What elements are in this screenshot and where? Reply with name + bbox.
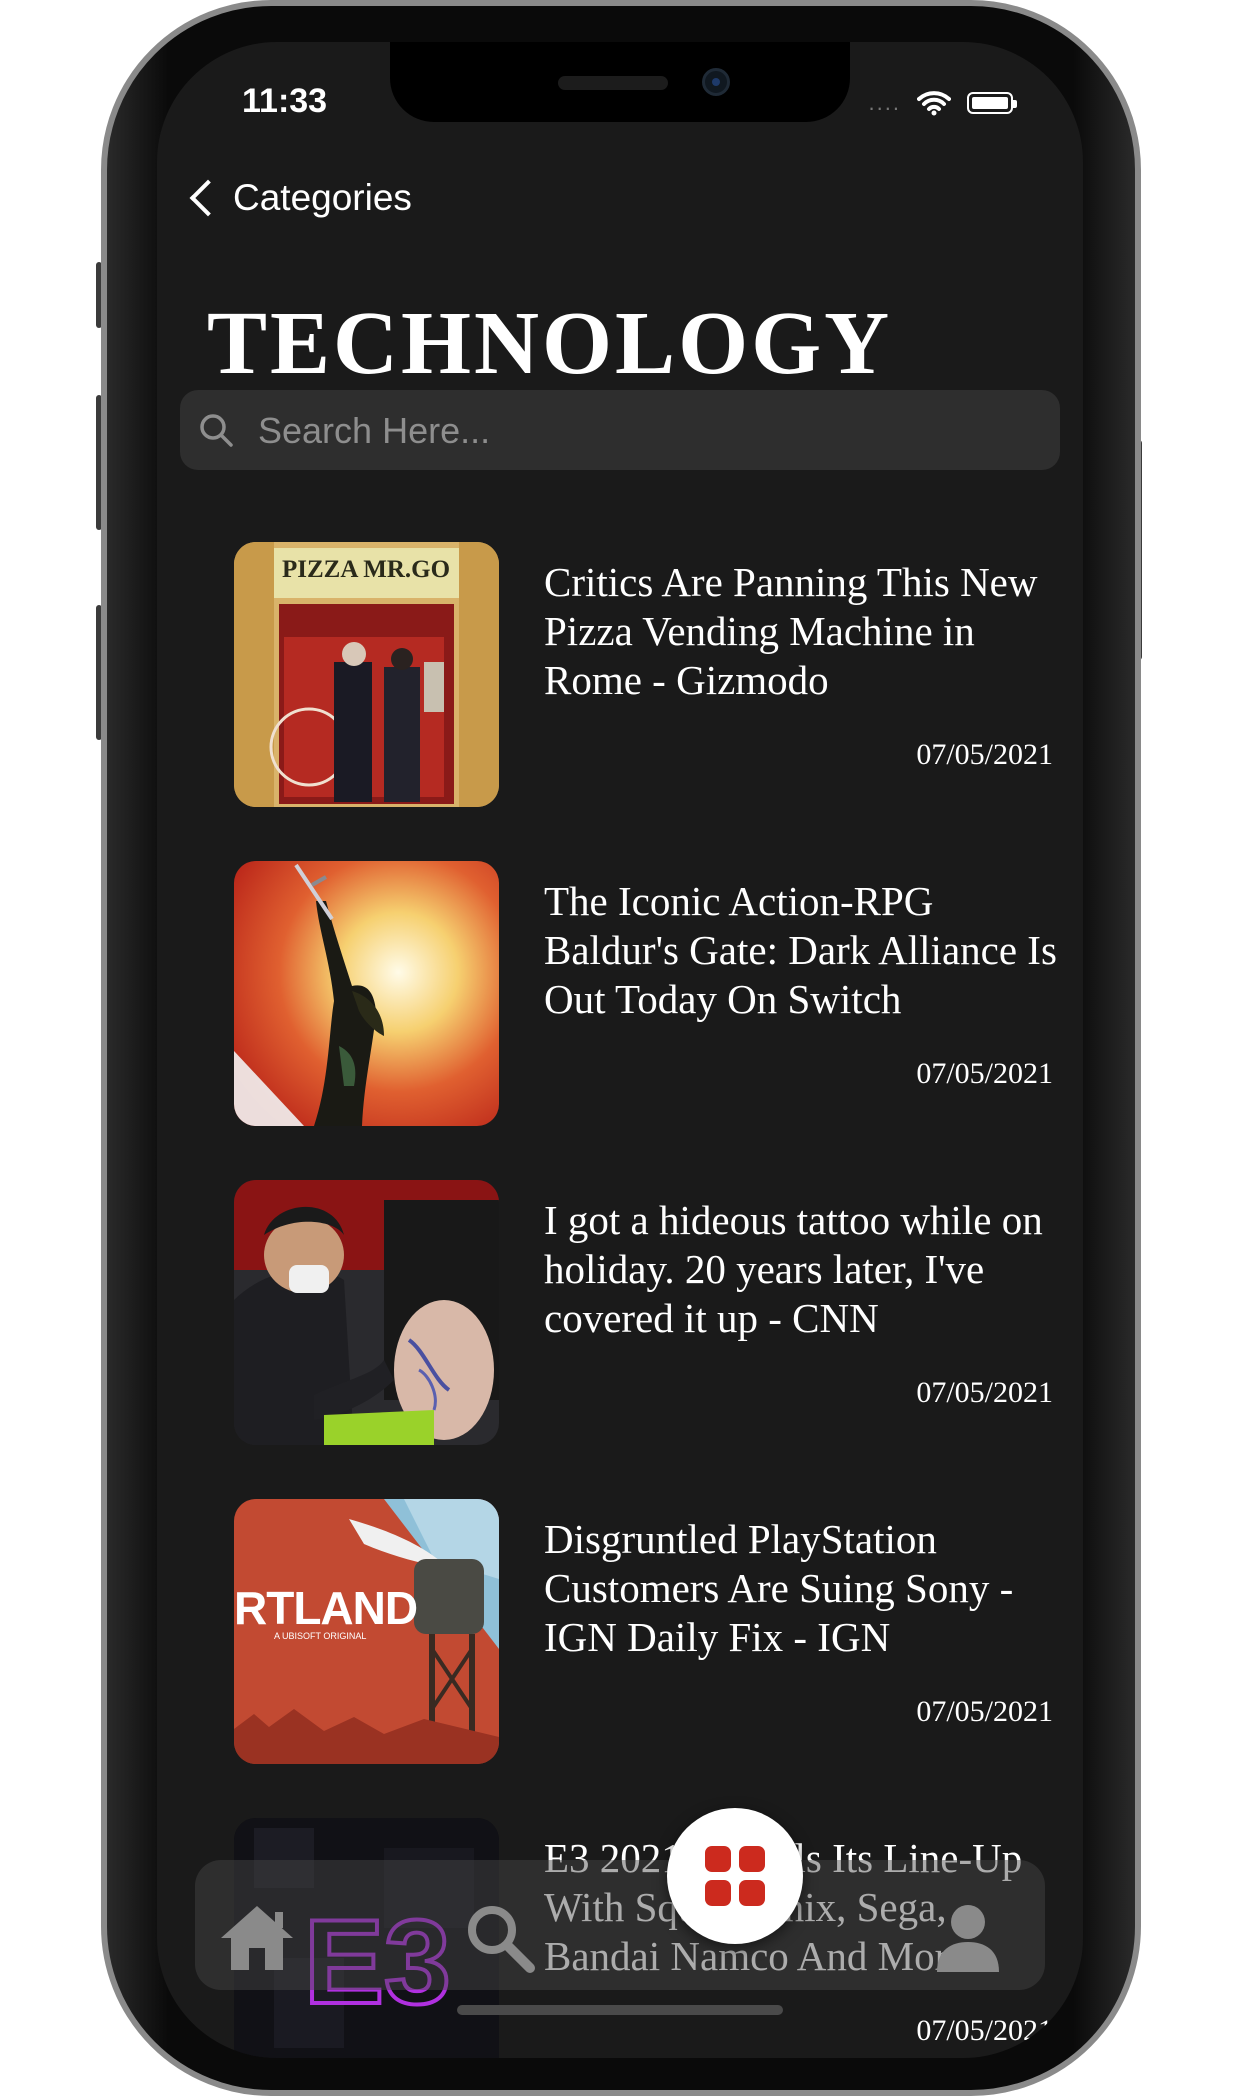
article-item[interactable]: PIZZA MR.GO Critics Are Panning This New… — [157, 542, 1083, 812]
article-date: 07/05/2021 — [916, 1376, 1053, 1409]
home-indicator — [457, 2005, 783, 2015]
back-label: Categories — [233, 177, 412, 218]
grid-icon — [705, 1846, 765, 1906]
signal-icon: .... — [868, 90, 901, 115]
search-tab-icon[interactable] — [462, 1900, 536, 1974]
article-item[interactable]: RTLAND A UBISOFT ORIGINAL Disgruntled Pl… — [157, 1499, 1083, 1769]
article-date: 07/05/2021 — [916, 2014, 1053, 2047]
user-icon[interactable] — [933, 1902, 1003, 1974]
article-thumbnail: RTLAND A UBISOFT ORIGINAL — [234, 1499, 499, 1764]
article-thumbnail: PIZZA MR.GO — [234, 542, 499, 807]
article-title: I got a hideous tattoo while on holiday.… — [544, 1197, 1043, 1341]
article-title: Critics Are Panning This New Pizza Vendi… — [544, 559, 1038, 703]
article-title: Disgruntled PlayStation Customers Are Su… — [544, 1516, 1014, 1660]
article-date: 07/05/2021 — [916, 738, 1053, 771]
article-item[interactable]: The Iconic Action-RPG Baldur's Gate: Dar… — [157, 861, 1083, 1131]
speaker-grille — [558, 76, 668, 90]
article-title: The Iconic Action-RPG Baldur's Gate: Dar… — [544, 878, 1057, 1022]
thumb-sign-text: PIZZA MR.GO — [282, 556, 451, 583]
app-screen: 11:33 .... Categories TECHNOLOGY Search … — [157, 42, 1083, 2058]
camera-icon — [702, 68, 730, 96]
article-thumbnail — [234, 1180, 499, 1445]
search-bar[interactable] — [180, 390, 1060, 472]
wifi-icon — [917, 91, 951, 116]
search-input[interactable] — [256, 390, 1040, 472]
status-time: 11:33 — [242, 82, 328, 120]
page-title: TECHNOLOGY — [207, 294, 893, 393]
notch — [390, 42, 850, 122]
article-item[interactable]: I got a hideous tattoo while on holiday.… — [157, 1180, 1083, 1450]
search-icon — [200, 414, 233, 447]
thumb-logo-text: RTLAND — [234, 1582, 418, 1634]
home-icon[interactable] — [217, 1902, 297, 1972]
tab-bar — [195, 1860, 1045, 1990]
categories-button[interactable] — [667, 1808, 803, 1944]
battery-icon — [967, 92, 1017, 114]
article-date: 07/05/2021 — [916, 1695, 1053, 1728]
status-icons: .... — [868, 90, 1017, 116]
chevron-left-icon — [189, 179, 227, 217]
back-button[interactable]: Categories — [187, 177, 412, 219]
article-thumbnail — [234, 861, 499, 1126]
thumb-logo-subtext: A UBISOFT ORIGINAL — [274, 1631, 367, 1641]
article-date: 07/05/2021 — [916, 1057, 1053, 1090]
